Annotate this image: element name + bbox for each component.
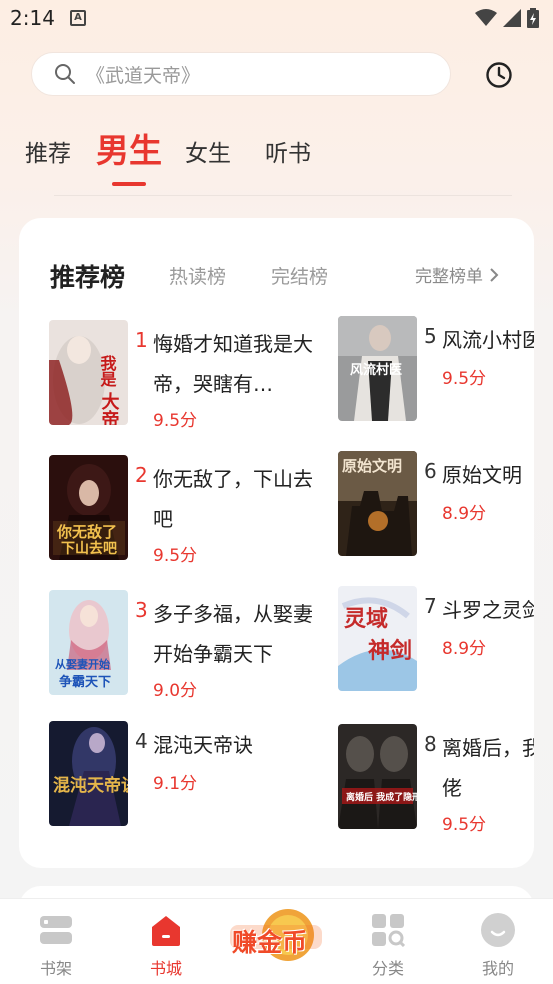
nav-label: 书架 xyxy=(39,959,72,978)
svg-text:争霸天下: 争霸天下 xyxy=(59,674,111,690)
nav-label: 书城 xyxy=(149,959,182,978)
book-score: 9.5分 xyxy=(442,815,487,835)
history-icon[interactable] xyxy=(484,60,514,90)
full-list-link[interactable]: 完整榜单 xyxy=(415,262,499,287)
bookshelf-icon xyxy=(40,916,72,944)
category-icon xyxy=(372,914,405,947)
svg-text:离婚后 我成了隐形大佬: 离婚后 我成了隐形大佬 xyxy=(346,791,417,803)
book-rank: 3 xyxy=(135,598,148,622)
book-rank: 2 xyxy=(135,463,148,487)
battery-icon xyxy=(527,8,539,28)
svg-text:风流村医: 风流村医 xyxy=(350,362,402,378)
tab-audiobook[interactable]: 听书 xyxy=(265,134,311,168)
nav-category[interactable]: 分类 xyxy=(343,899,433,984)
book-title: 混沌天帝诀 xyxy=(153,733,253,757)
svg-text:原始文明: 原始文明 xyxy=(342,457,402,475)
svg-text:你无敌了: 你无敌了 xyxy=(56,523,117,541)
book-item[interactable]: 灵域神剑 7 斗罗之灵剑 8.9分 xyxy=(338,586,534,698)
book-item[interactable]: 混沌天帝诀 4 混沌天帝诀 9.1分 xyxy=(49,721,349,833)
book-cover: 离婚后 我成了隐形大佬 xyxy=(338,724,417,829)
tab-recommend[interactable]: 推荐 xyxy=(25,134,71,168)
book-score: 9.5分 xyxy=(153,546,198,566)
book-item[interactable]: 我是 大帝 1 悔婚才知道我是大帝，哭瞎有… 9.5分 xyxy=(49,320,349,432)
status-time: 2:14 xyxy=(10,6,55,30)
svg-text:神剑: 神剑 xyxy=(368,638,412,664)
book-rank: 6 xyxy=(424,459,437,483)
svg-text:从娶妻开始: 从娶妻开始 xyxy=(55,657,110,671)
signal-icon xyxy=(503,9,521,27)
nav-bookstore[interactable]: 书城 xyxy=(121,899,211,984)
book-cover: 你无敌了 下山去吧 xyxy=(49,455,128,560)
book-rank: 5 xyxy=(424,324,437,348)
book-item[interactable]: 你无敌了 下山去吧 2 你无敌了，下山去吧 9.5分 xyxy=(49,455,349,567)
nav-label: 我的 xyxy=(481,959,514,978)
svg-text:下山去吧: 下山去吧 xyxy=(61,540,117,557)
tabs-divider xyxy=(54,195,512,196)
nav-label: 分类 xyxy=(371,959,404,978)
search-input[interactable]: 《武道天帝》 xyxy=(31,52,451,96)
book-rank: 4 xyxy=(135,729,148,753)
bottom-nav: 书架 书城 赚金币 分类 我的 xyxy=(0,898,553,984)
book-score: 8.9分 xyxy=(442,639,487,659)
profile-icon xyxy=(481,913,515,947)
bookstore-icon xyxy=(152,916,180,946)
book-rank: 7 xyxy=(424,594,437,618)
svg-text:灵域: 灵域 xyxy=(344,606,388,632)
book-cover: 我是 大帝 xyxy=(49,320,128,425)
ranking-header: 推荐榜 热读榜 完结榜 完整榜单 xyxy=(19,218,534,328)
book-cover: 灵域神剑 xyxy=(338,586,417,691)
book-item[interactable]: 离婚后 我成了隐形大佬 8 离婚后，我隐形大佬 9.5分 xyxy=(338,724,534,836)
book-rank: 1 xyxy=(135,328,148,352)
status-icons xyxy=(475,8,539,28)
search-placeholder: 《武道天帝》 xyxy=(86,64,201,87)
svg-text:大帝: 大帝 xyxy=(99,391,120,425)
tab-female[interactable]: 女生 xyxy=(185,134,231,168)
book-item[interactable]: 从娶妻开始争霸天下 3 多子多福，从娶妻开始争霸天下 9.0分 xyxy=(49,590,349,702)
svg-text:我是: 我是 xyxy=(98,354,118,388)
earn-coins-label: 赚金币 xyxy=(232,928,308,957)
book-score: 9.5分 xyxy=(153,411,198,431)
book-score: 9.1分 xyxy=(153,774,198,794)
book-title: 离婚后，我隐形大佬 xyxy=(442,736,534,800)
tab-hot-reading[interactable]: 热读榜 xyxy=(169,262,226,289)
earn-coins-button[interactable]: 赚金币 xyxy=(226,905,326,969)
notification-icon: A xyxy=(70,10,86,26)
book-title: 多子多福，从娶妻开始争霸天下 xyxy=(153,602,313,666)
svg-text:混沌天帝诀: 混沌天帝诀 xyxy=(53,775,128,796)
nav-profile[interactable]: 我的 xyxy=(453,899,543,984)
search-icon xyxy=(55,64,75,84)
book-title: 你无敌了，下山去吧 xyxy=(153,467,313,531)
book-title: 原始文明 xyxy=(442,463,522,487)
tab-male[interactable]: 男生 xyxy=(96,124,162,172)
book-rank: 8 xyxy=(424,732,437,756)
nav-bookshelf[interactable]: 书架 xyxy=(11,899,101,984)
tab-indicator xyxy=(112,182,146,186)
wifi-icon xyxy=(475,9,497,26)
status-bar: 2:14 A xyxy=(0,0,553,36)
chevron-right-icon xyxy=(490,267,499,282)
book-cover: 混沌天帝诀 xyxy=(49,721,128,826)
book-cover: 风流村医 xyxy=(338,316,417,421)
full-list-label: 完整榜单 xyxy=(415,267,483,287)
gender-tabs: 推荐 男生 女生 听书 xyxy=(0,120,553,190)
book-title: 风流小村医 xyxy=(442,328,534,352)
book-item[interactable]: 原始文明 6 原始文明 8.9分 xyxy=(338,451,534,563)
book-cover: 从娶妻开始 争霸天下 xyxy=(49,590,128,695)
book-score: 9.5分 xyxy=(442,369,487,389)
book-score: 9.0分 xyxy=(153,681,198,701)
ranking-title[interactable]: 推荐榜 xyxy=(50,258,125,294)
book-score: 8.9分 xyxy=(442,504,487,524)
book-item[interactable]: 风流村医 5 风流小村医 9.5分 xyxy=(338,316,534,428)
book-title: 悔婚才知道我是大帝，哭瞎有… xyxy=(153,332,313,396)
book-title: 斗罗之灵剑 xyxy=(442,598,534,622)
ranking-card: 推荐榜 热读榜 完结榜 完整榜单 我是 大帝 1 悔婚才知道我是大帝，哭瞎有… 9… xyxy=(19,218,534,868)
tab-completed[interactable]: 完结榜 xyxy=(271,262,328,289)
book-cover: 原始文明 xyxy=(338,451,417,556)
